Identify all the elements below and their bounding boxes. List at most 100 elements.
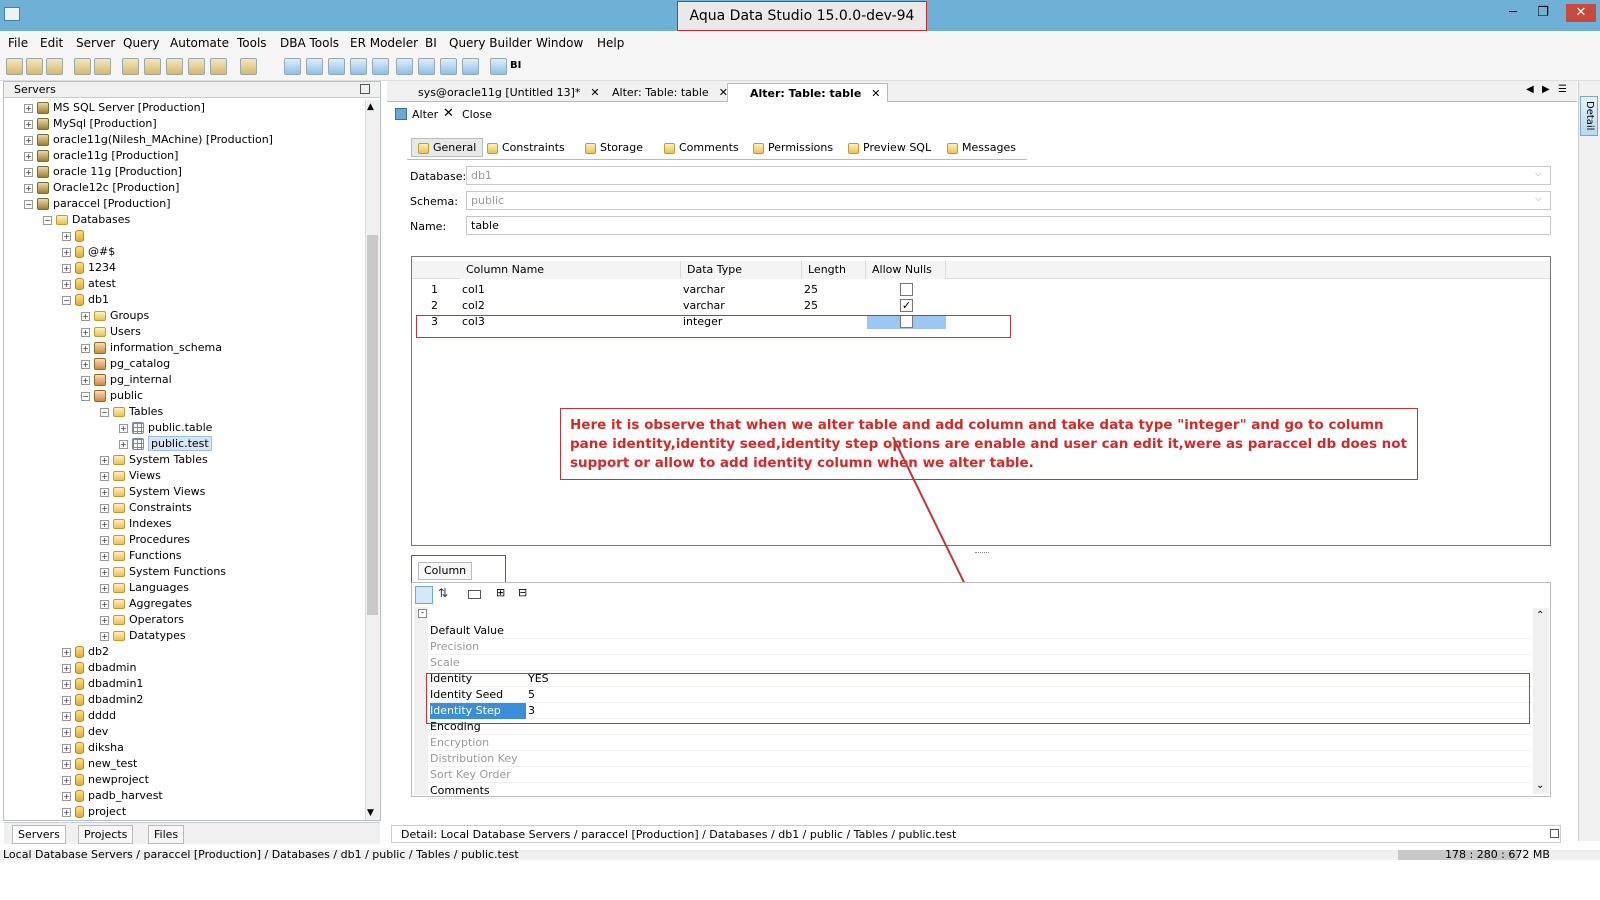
expand-toggle-icon[interactable]: + [62,711,71,721]
tree-node[interactable]: + diksha [10,740,365,756]
tree-node[interactable]: + System Views [10,484,365,500]
toolbar-tool-icon[interactable] [46,58,63,75]
grid-header-data-type[interactable]: Data Type [681,261,802,279]
menu-query-builder[interactable]: Query Builder [449,36,532,50]
toolbar-tool-icon[interactable] [6,58,23,75]
tree-node[interactable]: + new_test [10,756,365,772]
expand-toggle-icon[interactable]: + [81,343,90,353]
collapse-all-icon[interactable]: ⊟ [518,586,527,599]
property-row[interactable]: Precision [428,639,1532,655]
toolbar-tool-icon[interactable] [350,58,367,75]
database-select[interactable]: db1 [466,166,1551,185]
toolbar-tool-icon[interactable] [26,58,43,75]
tree-node[interactable]: + public.test [10,436,365,452]
toolbar-tool-icon[interactable] [328,58,345,75]
toolbar-tool-icon[interactable] [74,58,91,75]
tree-node[interactable]: + MS SQL Server [Production] [10,100,365,116]
property-row[interactable]: Encryption [428,735,1532,751]
toolbar-tool-icon[interactable] [372,58,389,75]
tree-node[interactable]: + Operators [10,612,365,628]
tab-scroll-right-icon[interactable]: ▶ [1542,84,1550,95]
subtab-constraints[interactable]: Constraints [487,141,565,154]
expand-toggle-icon[interactable]: + [62,647,71,657]
property-row[interactable]: Default Value [428,623,1532,639]
expand-toggle-icon[interactable]: + [100,535,109,545]
allow-nulls-checkbox[interactable] [900,283,913,296]
menu-bi[interactable]: BI [425,36,437,50]
grid-cell-length[interactable]: 25 [804,298,818,314]
menu-er-modeler[interactable]: ER Modeler [350,36,418,50]
grid-cell-column-name[interactable]: col1 [462,282,485,298]
expand-toggle-icon[interactable]: + [81,311,90,321]
tree-node[interactable]: + System Functions [10,564,365,580]
menu-edit[interactable]: Edit [40,36,63,50]
menu-server[interactable]: Server [76,36,115,50]
expand-toggle-icon[interactable]: + [100,599,109,609]
allow-nulls-checkbox[interactable]: ✓ [900,299,913,312]
subtab-permissions[interactable]: Permissions [753,141,833,154]
tree-node[interactable]: + oracle11g(Nilesh_MAchine) [Production] [10,132,365,148]
expand-toggle-icon[interactable]: + [62,679,71,689]
expand-toggle-icon[interactable]: + [100,631,109,641]
tree-node[interactable]: + Aggregates [10,596,365,612]
bottom-tab-files[interactable]: Files [148,825,185,844]
subtab-comments[interactable]: Comments [664,141,739,154]
tree-node[interactable]: + Datatypes [10,628,365,644]
tree-node[interactable]: + dbadmin [10,660,365,676]
splitter-grip[interactable] [975,552,989,554]
tree-node[interactable]: + pg_internal [10,372,365,388]
minimize-button[interactable]: ─ [1502,4,1524,22]
tree-node[interactable]: + pg_catalog [10,356,365,372]
close-button[interactable]: Close [462,108,492,121]
tree-node[interactable]: + Functions [10,548,365,564]
expand-toggle-icon[interactable]: + [100,615,109,625]
toolbar-tool-icon[interactable] [462,58,479,75]
name-input[interactable]: table [466,216,1551,235]
toolbar-tool-icon[interactable] [210,58,227,75]
scroll-up-icon[interactable]: ▲ [367,102,374,112]
tree-node[interactable]: +1234 [10,260,365,276]
tree-node[interactable]: + Views [10,468,365,484]
toolbar-tool-icon[interactable] [284,58,301,75]
menu-tools[interactable]: Tools [237,36,267,50]
menu-dba-tools[interactable]: DBA Tools [280,36,339,50]
grid-cell-data-type[interactable]: varchar [683,298,725,314]
close-window-button[interactable]: ✕ [1566,4,1596,22]
property-row[interactable]: Sort Key Order [428,767,1532,783]
toolbar-tool-icon[interactable] [440,58,457,75]
expand-toggle-icon[interactable]: + [24,167,33,177]
expand-toggle-icon[interactable]: + [62,263,71,273]
properties-scrollbar[interactable] [1533,608,1549,794]
toolbar-tool-icon[interactable] [188,58,205,75]
maximize-panel-icon[interactable] [360,84,370,94]
collapse-group-icon[interactable]: - [418,609,427,618]
expand-toggle-icon[interactable]: + [24,135,33,145]
grid-header-allow-nulls[interactable]: Allow Nulls [866,261,946,279]
expand-toggle-icon[interactable]: + [100,519,109,529]
expand-toggle-icon[interactable]: + [62,743,71,753]
tree-node[interactable]: + atest [10,276,365,292]
expand-toggle-icon[interactable]: − [100,407,109,417]
expand-toggle-icon[interactable]: + [62,791,71,801]
expand-toggle-icon[interactable]: + [24,183,33,193]
grid-header-length[interactable]: Length [802,261,866,279]
property-row[interactable]: Distribution Key [428,751,1532,767]
detail-side-tab[interactable]: Detail [1580,96,1598,136]
scroll-down-icon[interactable]: ⌄ [1536,780,1544,791]
expand-toggle-icon[interactable]: + [62,727,71,737]
maximize-button[interactable]: ❐ [1532,4,1554,22]
expand-toggle-icon[interactable]: + [24,119,33,129]
expand-toggle-icon[interactable]: − [62,295,71,305]
expand-toggle-icon[interactable]: + [119,439,128,449]
expand-toggle-icon[interactable]: − [81,391,90,401]
scroll-down-icon[interactable]: ▼ [367,808,374,818]
schema-select[interactable]: public [466,191,1551,210]
property-row[interactable]: Comments [428,783,1532,799]
tree-node[interactable]: + dev [10,724,365,740]
tree-node[interactable]: + Oracle12c [Production] [10,180,365,196]
tree-node[interactable]: − Databases [10,212,365,228]
tab-scroll-left-icon[interactable]: ◀ [1526,84,1534,95]
tree-node[interactable]: + Languages [10,580,365,596]
expand-toggle-icon[interactable]: + [62,231,71,241]
toolbar-tool-icon[interactable] [490,58,507,75]
